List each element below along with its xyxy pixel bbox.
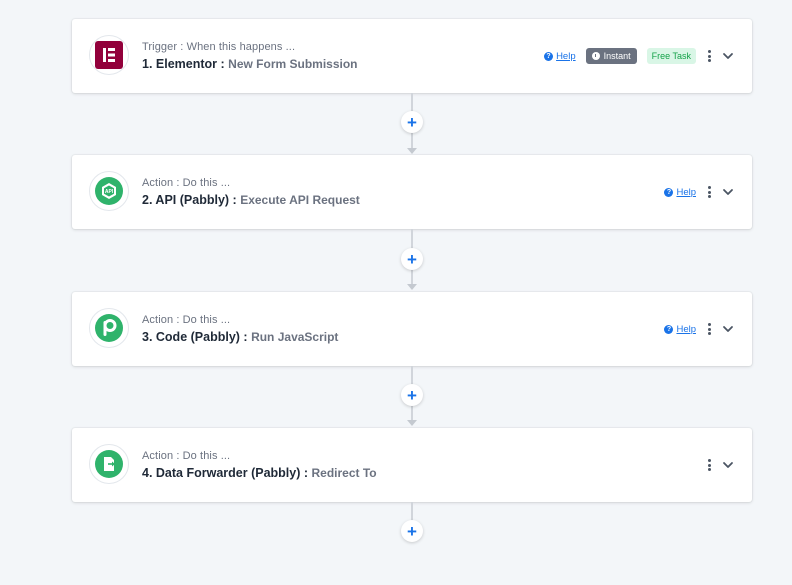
add-step-button[interactable]: + xyxy=(401,111,423,133)
step-subtitle: Action : Do this ... xyxy=(142,314,231,326)
help-question-icon: ? xyxy=(664,187,674,197)
step-title: 3. Code (Pabbly) : Run JavaScript xyxy=(142,330,338,344)
step-event-name: Execute API Request xyxy=(240,193,360,207)
step-connector xyxy=(411,502,413,522)
instant-label: Instant xyxy=(603,51,631,61)
step-subtitle: Action : Do this ... xyxy=(142,450,231,462)
step-card-3[interactable]: Action : Do this ... 3. Code (Pabbly) : … xyxy=(72,292,752,366)
add-step-button[interactable]: + xyxy=(401,384,423,406)
step-app-name: 4. Data Forwarder (Pabbly) : xyxy=(142,466,309,480)
step-icon-frame xyxy=(89,444,129,484)
help-label: Help xyxy=(676,186,696,198)
step-event-name: New Form Submission xyxy=(228,57,358,71)
help-label: Help xyxy=(676,323,696,335)
step-app-name: 2. API (Pabbly) : xyxy=(142,193,237,207)
step-title: 4. Data Forwarder (Pabbly) : Redirect To xyxy=(142,466,377,480)
workflow-canvas: Trigger : When this happens ... 1. Eleme… xyxy=(0,0,792,585)
free-task-badge: Free Task xyxy=(646,48,696,64)
add-step-button[interactable]: + xyxy=(401,520,423,542)
step-actions: ? Help xyxy=(664,183,734,201)
chevron-down-icon[interactable] xyxy=(722,50,734,62)
help-question-icon: ? xyxy=(544,51,554,61)
more-options-icon[interactable] xyxy=(706,49,712,63)
more-options-icon[interactable] xyxy=(706,185,712,199)
svg-text:API: API xyxy=(105,189,114,195)
step-icon-frame xyxy=(89,308,129,348)
step-card-2[interactable]: API Action : Do this ... 2. API (Pabbly)… xyxy=(72,155,752,229)
step-icon-frame: API xyxy=(89,171,129,211)
step-event-name: Redirect To xyxy=(311,466,377,480)
connector-arrow xyxy=(407,284,417,290)
help-link[interactable]: ? Help xyxy=(664,187,696,198)
step-subtitle: Trigger : When this happens ... xyxy=(142,41,296,53)
chevron-down-icon[interactable] xyxy=(722,323,734,335)
pabbly-code-icon xyxy=(95,314,123,342)
step-card-1[interactable]: Trigger : When this happens ... 1. Eleme… xyxy=(72,19,752,93)
clock-icon xyxy=(591,52,600,60)
help-link[interactable]: ? Help xyxy=(544,51,576,62)
chevron-down-icon[interactable] xyxy=(722,186,734,198)
data-forwarder-icon xyxy=(95,450,123,478)
instant-badge: Instant xyxy=(585,48,637,64)
step-title: 2. API (Pabbly) : Execute API Request xyxy=(142,193,360,207)
more-options-icon[interactable] xyxy=(706,322,712,336)
elementor-icon xyxy=(95,41,123,69)
chevron-down-icon[interactable] xyxy=(722,459,734,471)
help-question-icon: ? xyxy=(664,324,674,334)
api-icon: API xyxy=(95,177,123,205)
step-icon-frame xyxy=(89,35,129,75)
step-title: 1. Elementor : New Form Submission xyxy=(142,57,358,71)
step-event-name: Run JavaScript xyxy=(251,330,339,344)
connector-arrow xyxy=(407,420,417,426)
step-actions xyxy=(706,456,734,474)
step-app-name: 1. Elementor : xyxy=(142,57,225,71)
step-app-name: 3. Code (Pabbly) : xyxy=(142,330,248,344)
more-options-icon[interactable] xyxy=(706,458,712,472)
add-step-button[interactable]: + xyxy=(401,248,423,270)
step-actions: ? Help xyxy=(664,320,734,338)
step-actions: ? Help Instant Free Task xyxy=(544,47,734,65)
help-link[interactable]: ? Help xyxy=(664,324,696,335)
step-subtitle: Action : Do this ... xyxy=(142,177,231,189)
step-card-4[interactable]: Action : Do this ... 4. Data Forwarder (… xyxy=(72,428,752,502)
connector-arrow xyxy=(407,148,417,154)
help-label: Help xyxy=(556,50,576,62)
